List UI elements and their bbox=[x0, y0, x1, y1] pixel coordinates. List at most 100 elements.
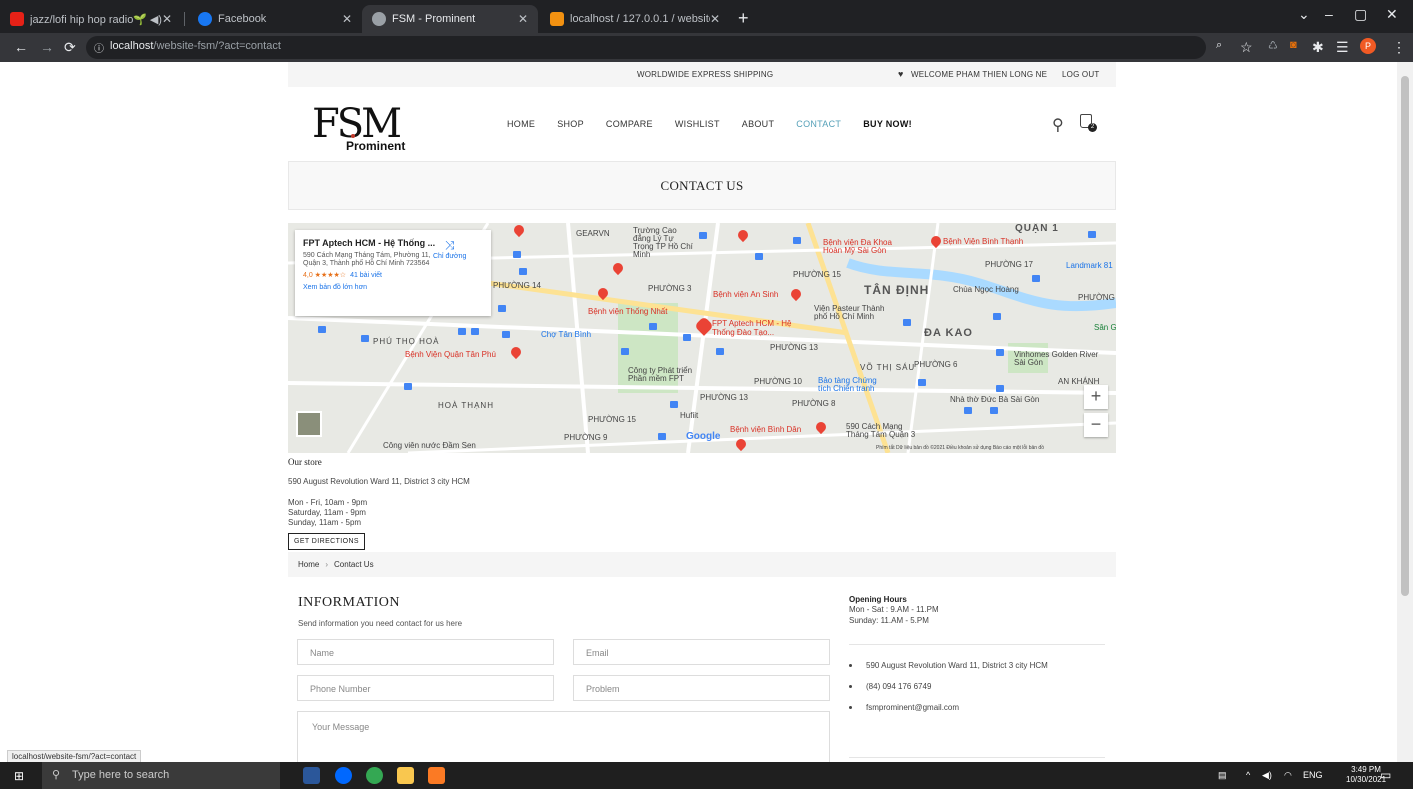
tab-lofi-radio[interactable]: jazz/lofi hip hop radio🌱chill ◀) ✕ bbox=[0, 5, 182, 33]
nav-about[interactable]: ABOUT bbox=[742, 119, 775, 129]
nav-home[interactable]: HOME bbox=[507, 119, 535, 129]
taskbar-search[interactable]: ⚲ Type here to search bbox=[42, 762, 280, 789]
logout-link[interactable]: LOG OUT bbox=[1062, 70, 1099, 79]
transit-icon bbox=[471, 328, 479, 335]
hours-weekday: Mon - Fri, 10am - 9pm bbox=[288, 498, 368, 507]
message-textarea[interactable]: Your Message bbox=[297, 711, 830, 762]
google-map[interactable]: GEARVN Trường Cao đẳng Lý Tự Trọng TP Hồ… bbox=[288, 223, 1116, 453]
breadcrumb-home[interactable]: Home bbox=[298, 560, 319, 569]
extensions-puzzle-icon[interactable]: ✱ bbox=[1312, 39, 1324, 56]
address-bar[interactable]: ⓘ localhost/website-fsm/?act=contact bbox=[86, 36, 1206, 59]
reviews-link[interactable]: 41 bài viết bbox=[350, 272, 382, 279]
facebook-icon bbox=[198, 12, 212, 26]
close-window-button[interactable]: ✕ bbox=[1386, 6, 1398, 23]
bookmark-star-icon[interactable]: ☆ bbox=[1240, 39, 1253, 56]
reading-list-icon[interactable]: ☰ bbox=[1336, 39, 1349, 56]
map-attribution: Phím tắt Dữ liệu bản đồ ©2021 Điều khoản… bbox=[876, 445, 1044, 451]
volume-icon[interactable]: ◀) bbox=[1262, 770, 1272, 781]
xampp-icon[interactable] bbox=[428, 767, 445, 784]
directions-button[interactable]: ⤨ Chỉ đường bbox=[433, 238, 466, 260]
page-title: CONTACT US bbox=[660, 177, 744, 193]
information-heading: INFORMATION bbox=[298, 595, 400, 610]
page-scrollbar[interactable] bbox=[1397, 62, 1413, 762]
nav-contact[interactable]: CONTACT bbox=[796, 119, 841, 129]
tray-chevron-icon[interactable]: ^ bbox=[1246, 770, 1250, 780]
get-directions-button[interactable]: GET DIRECTIONS bbox=[288, 533, 365, 550]
transit-icon bbox=[990, 407, 998, 414]
name-field[interactable]: Name bbox=[297, 639, 554, 665]
language-indicator[interactable]: ENG bbox=[1303, 770, 1323, 780]
zoom-in-button[interactable]: + bbox=[1084, 385, 1108, 409]
logo-dot bbox=[351, 134, 355, 138]
transit-icon bbox=[683, 334, 691, 341]
nav-compare[interactable]: COMPARE bbox=[606, 119, 653, 129]
map-label: PHƯỜNG 17 bbox=[985, 260, 1033, 269]
transit-icon bbox=[621, 348, 629, 355]
windows-start-icon[interactable]: ⊞ bbox=[14, 769, 24, 783]
satellite-toggle[interactable] bbox=[296, 411, 322, 437]
close-tab-icon[interactable]: ✕ bbox=[162, 12, 172, 26]
close-tab-icon[interactable]: ✕ bbox=[518, 12, 528, 26]
breadcrumb: Home › Contact Us bbox=[288, 552, 1116, 577]
map-label: Công viên nước Đầm Sen bbox=[383, 441, 476, 450]
opening-sunday: Sunday: 11.AM - 5.PM bbox=[849, 616, 929, 625]
larger-map-link[interactable]: Xem bản đồ lớn hơn bbox=[303, 284, 491, 291]
tab-facebook[interactable]: Facebook ✕ bbox=[188, 5, 362, 33]
file-explorer-icon[interactable] bbox=[397, 767, 414, 784]
info-icon[interactable]: ⓘ bbox=[94, 40, 104, 55]
tab-fsm-prominent[interactable]: FSM - Prominent ✕ bbox=[362, 5, 538, 33]
zalo-icon[interactable] bbox=[335, 767, 352, 784]
nav-buy-now[interactable]: BUY NOW! bbox=[863, 119, 912, 129]
email-field[interactable]: Email bbox=[573, 639, 830, 665]
problem-field[interactable]: Problem bbox=[573, 675, 830, 701]
map-label: PHƯỜNG 8 bbox=[792, 399, 836, 408]
place-rating: 4,0 ★★★★☆ 41 bài viết bbox=[303, 271, 491, 279]
forward-arrow-icon[interactable]: → bbox=[40, 39, 54, 55]
word-icon[interactable] bbox=[303, 767, 320, 784]
store-info: Our store 590 August Revolution Ward 11,… bbox=[288, 453, 1116, 550]
map-label: PHƯỜNG bbox=[1078, 293, 1115, 302]
tab-phpmyadmin[interactable]: localhost / 127.0.0.1 / websitefsm ✕ bbox=[540, 5, 730, 33]
opening-hours-title: Opening Hours bbox=[849, 595, 907, 604]
maximize-button[interactable]: ▢ bbox=[1354, 6, 1367, 23]
transit-icon bbox=[903, 319, 911, 326]
keyboard-icon[interactable]: ▤ bbox=[1218, 770, 1227, 781]
close-tab-icon[interactable]: ✕ bbox=[342, 12, 352, 26]
menu-kebab-icon[interactable]: ⋮ bbox=[1392, 39, 1406, 56]
divider bbox=[849, 757, 1105, 758]
nav-wishlist[interactable]: WISHLIST bbox=[675, 119, 720, 129]
back-arrow-icon[interactable]: ← bbox=[14, 39, 28, 55]
new-tab-button[interactable]: + bbox=[738, 8, 749, 29]
zoom-icon[interactable]: ⌕ bbox=[1216, 39, 1222, 52]
browser-tab-bar: jazz/lofi hip hop radio🌱chill ◀) ✕ Faceb… bbox=[0, 0, 1413, 33]
phone-field[interactable]: Phone Number bbox=[297, 675, 554, 701]
wifi-icon[interactable]: ◠ bbox=[1284, 770, 1292, 781]
zoom-out-button[interactable]: − bbox=[1084, 413, 1108, 437]
contact-details: 590 August Revolution Ward 11, District … bbox=[849, 661, 1048, 724]
extension-recycle-icon[interactable]: ♺ bbox=[1268, 39, 1278, 52]
close-tab-icon[interactable]: ✕ bbox=[710, 12, 720, 26]
tab-separator bbox=[184, 12, 185, 26]
map-label: PHƯỜNG 15 bbox=[793, 270, 841, 279]
search-icon[interactable]: ⚲ bbox=[1052, 115, 1064, 135]
reload-icon[interactable]: ⟳ bbox=[64, 39, 76, 56]
map-label: Bệnh viện Thống Nhất bbox=[588, 307, 668, 316]
notification-icon[interactable]: ▭ bbox=[1380, 768, 1391, 782]
map-label: HOÀ THẠNH bbox=[438, 401, 494, 410]
url-text: localhost/website-fsm/?act=contact bbox=[110, 40, 281, 52]
map-label: PHƯỜNG 15 bbox=[588, 415, 636, 424]
map-label: VÕ THỊ SÁU bbox=[860, 363, 916, 372]
map-label: 590 Cách Mạng Tháng Tám Quận 3 bbox=[846, 422, 916, 439]
transit-icon bbox=[964, 407, 972, 414]
information-subtitle: Send information you need contact for us… bbox=[298, 619, 463, 628]
profile-avatar[interactable]: P bbox=[1360, 38, 1376, 54]
scrollbar-thumb[interactable] bbox=[1401, 76, 1409, 596]
extension-icon[interactable]: ◙ bbox=[1290, 39, 1297, 51]
map-label: Trường Cao đẳng Lý Tự Trọng TP Hồ Chí Mi… bbox=[633, 226, 693, 259]
nav-shop[interactable]: SHOP bbox=[557, 119, 584, 129]
minimize-button[interactable]: – bbox=[1325, 6, 1333, 22]
map-label: Hufiit bbox=[680, 411, 699, 420]
chrome-icon[interactable] bbox=[366, 767, 383, 784]
map-label: Bệnh Viện Bình Thạnh bbox=[943, 237, 1024, 246]
tab-search-icon[interactable]: ⌄ bbox=[1298, 6, 1310, 23]
